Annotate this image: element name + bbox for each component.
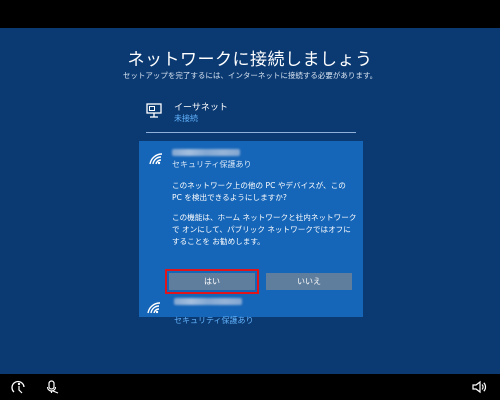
taskbar [0, 374, 500, 400]
wifi-icon [148, 151, 164, 170]
wifi-ssid-redacted [172, 149, 240, 156]
ethernet-icon [146, 103, 162, 123]
wifi-icon [146, 300, 162, 319]
discovery-explanation: この機能は、ホーム ネットワークと社内ネットワークで オンにして、パブリック ネ… [172, 213, 357, 246]
network-item-wifi-other[interactable]: セキュリティ保護あり [146, 298, 356, 328]
ethernet-status: 未接続 [174, 114, 198, 123]
page-subtitle: セットアップを完了するには、インターネットに接続する必要があります。 [122, 71, 378, 80]
wifi-security-status: セキュリティ保護あり [172, 160, 252, 169]
microphone-icon[interactable] [44, 379, 60, 399]
ethernet-name: イーサネット [174, 103, 228, 113]
discovery-question: このネットワーク上の他の PC やデバイスが、この PC を検出できるようにしま… [172, 181, 346, 202]
no-button[interactable]: いいえ [266, 273, 352, 290]
wifi-security-status: セキュリティ保護あり [174, 316, 254, 325]
yes-button[interactable]: はい [165, 269, 259, 294]
oobe-screen: ネットワークに接続しましょう セットアップを完了するには、インターネットに接続す… [0, 28, 500, 374]
wifi-ssid-redacted [174, 298, 242, 305]
network-item-wifi-selected[interactable]: セキュリティ保護あり このネットワーク上の他の PC やデバイスが、この PC … [139, 141, 363, 317]
volume-icon[interactable] [471, 379, 487, 399]
page-title: ネットワークに接続しましょう [127, 50, 373, 70]
network-item-ethernet[interactable]: イーサネット 未接続 [146, 98, 356, 133]
ease-of-access-icon[interactable] [11, 379, 27, 399]
